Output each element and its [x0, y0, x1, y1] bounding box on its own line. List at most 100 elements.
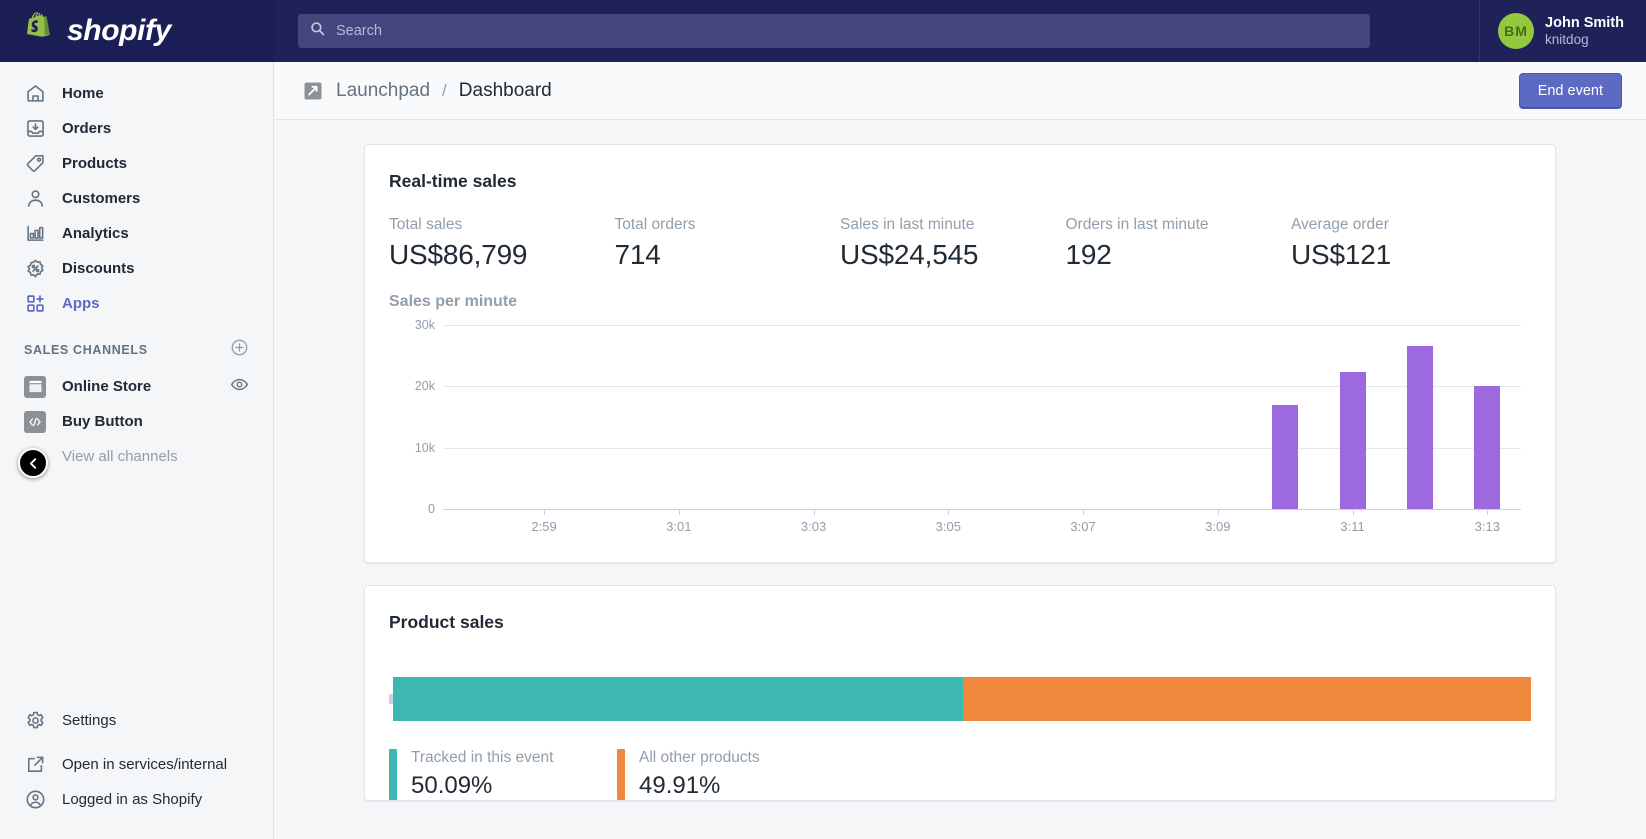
sidebar-channel-online-store[interactable]: Online Store: [10, 369, 263, 404]
sidebar-item-logged-in-as[interactable]: Logged in as Shopify: [10, 782, 263, 817]
x-axis-tick: [813, 509, 815, 515]
metric-average-order: Average order US$121: [1291, 216, 1531, 271]
back-cursor-overlay[interactable]: [18, 448, 48, 478]
account-circle-icon: [24, 789, 46, 811]
sidebar-item-label: Discounts: [62, 260, 135, 277]
chart-plot-area: [443, 325, 1521, 509]
metric-value: US$24,545: [840, 239, 979, 270]
orders-inbox-icon: [24, 118, 46, 140]
x-axis-tick-label: 3:01: [666, 519, 692, 534]
shopify-logo[interactable]: shopify: [0, 0, 274, 62]
product-sales-stacked-bar: [389, 677, 1531, 721]
search-input[interactable]: Search: [298, 14, 1370, 48]
shopify-bag-icon: [22, 12, 56, 50]
product-tag-icon: [24, 153, 46, 175]
chart-bar[interactable]: [1339, 371, 1366, 509]
sidebar-view-all-channels[interactable]: View all channels: [10, 439, 263, 474]
sidebar-channel-buy-button[interactable]: Buy Button: [10, 404, 263, 439]
eye-icon[interactable]: [230, 375, 249, 398]
sidebar-item-apps[interactable]: Apps: [10, 286, 263, 321]
metric-label: Sales in last minute: [840, 216, 975, 233]
discount-percent-icon: [24, 258, 46, 280]
sidebar-item-label: Products: [62, 155, 128, 172]
sidebar-item-discounts[interactable]: Discounts: [10, 251, 263, 286]
realtime-sales-card: Real-time sales Total sales US$86,799 To…: [364, 144, 1556, 563]
metric-value: US$86,799: [389, 239, 528, 270]
x-axis-area: 2:59 3:01 3:03 3:05 3:07 3:09 3:11 3:13: [443, 509, 1521, 540]
metric-label: Total sales: [389, 216, 463, 233]
top-bar: shopify Search BM John Smith knitdog: [0, 0, 1646, 62]
metric-value: US$121: [1291, 239, 1391, 270]
metric-label: Average order: [1291, 216, 1389, 233]
user-shop: knitdog: [1545, 31, 1589, 47]
x-axis-tick: [1352, 509, 1354, 515]
sidebar-item-products[interactable]: Products: [10, 146, 263, 181]
legend-label: All other products: [639, 749, 760, 766]
sidebar-item-label: Settings: [62, 712, 117, 729]
search-placeholder: Search: [336, 23, 382, 39]
x-axis-tick: [678, 509, 680, 515]
legend-value: 50.09%: [411, 772, 493, 799]
x-axis-tick-label: 3:09: [1205, 519, 1231, 534]
x-axis-tick-label: 2:59: [531, 519, 557, 534]
sidebar-item-home[interactable]: Home: [10, 76, 263, 111]
sidebar-item-label: Logged in as Shopify: [62, 791, 203, 808]
sidebar-bottom-group: Settings Open in services/internal Logge…: [0, 703, 273, 839]
sales-per-minute-chart: 30k 20k 10k 0 2:59 3:01 3:03 3:05 3:07 3:09 3:11 3:…: [395, 318, 1531, 540]
product-sales-legend: Tracked in this event 50.09% All other p…: [389, 749, 1531, 800]
sidebar-item-open-in-services[interactable]: Open in services/internal: [10, 747, 263, 782]
user-menu[interactable]: BM John Smith knitdog: [1480, 13, 1646, 49]
chart-bar[interactable]: [1474, 386, 1501, 509]
sidebar-item-customers[interactable]: Customers: [10, 181, 263, 216]
chart-bar[interactable]: [1406, 345, 1433, 509]
sales-channels-title: SALES CHANNELS: [24, 343, 148, 357]
y-axis-tick-label: 20k: [414, 379, 435, 394]
sidebar-bottom-gap: [0, 738, 273, 747]
metric-value: 192: [1065, 239, 1112, 270]
sidebar-item-settings[interactable]: Settings: [10, 703, 263, 738]
metric-total-sales: Total sales US$86,799: [389, 216, 615, 271]
x-axis-tick-label: 3:13: [1474, 519, 1500, 534]
user-name: John Smith: [1545, 14, 1624, 31]
product-sales-title: Product sales: [389, 612, 504, 632]
realtime-metrics: Total sales US$86,799 Total orders 714 S…: [389, 216, 1531, 271]
sidebar-item-label: Apps: [62, 295, 100, 312]
online-store-icon: [24, 375, 46, 398]
y-axis-tick-label: 10k: [414, 440, 435, 455]
main-content: Launchpad / Dashboard End event Real-tim…: [274, 62, 1646, 839]
launchpad-icon: [302, 80, 324, 102]
view-all-channels-label: View all channels: [62, 448, 178, 465]
analytics-bars-icon: [24, 223, 46, 245]
sidebar-item-label: Analytics: [62, 225, 129, 242]
legend-swatch: [389, 749, 397, 800]
gear-icon: [24, 710, 46, 732]
segment-all-other-products: [963, 677, 1531, 721]
metric-label: Orders in last minute: [1065, 216, 1209, 233]
sidebar-item-label: Customers: [62, 190, 141, 207]
channel-label: Online Store: [62, 378, 152, 395]
sidebar-item-label: Open in services/internal: [62, 756, 228, 773]
sidebar-item-orders[interactable]: Orders: [10, 111, 263, 146]
sales-per-minute-title: Sales per minute: [389, 293, 518, 310]
page-scroll-area[interactable]: Real-time sales Total sales US$86,799 To…: [274, 120, 1646, 839]
legend-item: All other products 49.91%: [617, 749, 760, 800]
sales-channels-header: SALES CHANNELS: [0, 337, 273, 363]
user-text: John Smith knitdog: [1545, 14, 1624, 49]
sidebar-item-label: Home: [62, 85, 104, 102]
chart-bar[interactable]: [1272, 404, 1299, 509]
y-axis-tick-label: 30k: [414, 318, 435, 332]
end-event-button[interactable]: End event: [1518, 72, 1622, 109]
breadcrumb-separator: /: [442, 80, 447, 100]
shopify-admin-app: shopify Search BM John Smith knitdog Hom…: [0, 0, 1646, 839]
x-axis-tick: [1487, 509, 1489, 515]
legend-value: 49.91%: [639, 772, 721, 799]
metric-sales-last-minute: Sales in last minute US$24,545: [840, 216, 1066, 271]
sidebar-item-analytics[interactable]: Analytics: [10, 216, 263, 251]
circle-plus-icon[interactable]: [230, 338, 249, 362]
breadcrumb-parent[interactable]: Launchpad: [336, 80, 430, 102]
x-axis-tick: [1217, 509, 1219, 515]
search-icon: [310, 21, 325, 41]
search-container: Search: [274, 14, 1479, 48]
y-axis-tick-label: 0: [428, 502, 435, 516]
legend-label: Tracked in this event: [411, 749, 554, 766]
